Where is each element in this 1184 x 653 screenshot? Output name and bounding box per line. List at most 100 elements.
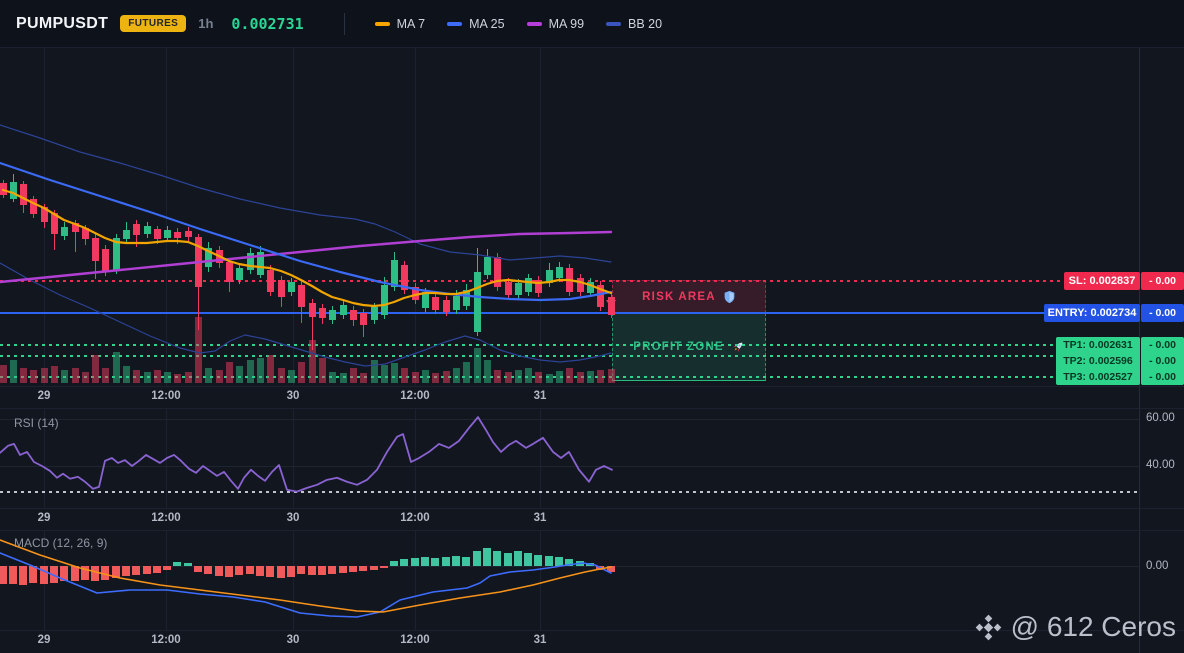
legend-item-bb-20[interactable]: BB 20: [606, 17, 662, 31]
macd-histogram-bar: [60, 566, 68, 581]
candle-body: [421, 292, 429, 308]
time-tick-label: 12:00: [400, 390, 430, 402]
candle-body: [194, 237, 202, 287]
candle-body: [112, 238, 120, 271]
take-profit-axis-badges: - 0.00 - 0.00 - 0.00: [1141, 337, 1184, 385]
macd-histogram-bar: [277, 566, 285, 578]
legend-item-ma-25[interactable]: MA 25: [447, 17, 505, 31]
candle-body: [297, 285, 305, 307]
volume-bar: [607, 369, 615, 383]
macd-histogram-bar: [194, 566, 202, 572]
candle-body: [122, 230, 130, 239]
market-type-badge: FUTURES: [120, 15, 187, 32]
macd-histogram-bar: [132, 566, 140, 575]
macd-histogram-bar: [462, 557, 470, 566]
macd-histogram-bar: [266, 566, 274, 577]
time-tick-label: 30: [286, 390, 300, 402]
macd-histogram-bar: [143, 566, 151, 574]
legend-label: MA 7: [396, 16, 426, 31]
tp1-badge: TP1: 0.002631: [1063, 338, 1133, 351]
take-profit-badges: TP1: 0.002631 TP2: 0.002596 TP3: 0.00252…: [1056, 337, 1140, 385]
macd-histogram-bar: [534, 555, 542, 566]
pane-border: [0, 530, 1184, 531]
macd-histogram-bar: [339, 566, 347, 573]
time-tick-label: 29: [37, 390, 51, 402]
legend-swatch: [606, 21, 622, 26]
time-tick-label: 12:00: [400, 512, 430, 524]
divider: [343, 12, 345, 35]
candle-body: [277, 280, 285, 297]
macd-histogram-bar: [9, 566, 17, 584]
macd-histogram-bar: [473, 551, 481, 566]
candle-body: [81, 228, 89, 239]
candle-body: [473, 272, 481, 332]
legend-item-ma-99[interactable]: MA 99: [526, 16, 585, 31]
interval-selector[interactable]: 1h: [198, 16, 213, 31]
entry-line: [0, 312, 1139, 314]
candle-body: [29, 199, 37, 214]
macd-histogram-bar: [81, 566, 89, 580]
candle-body: [370, 307, 378, 320]
time-tick-label: 31: [533, 634, 547, 646]
volume-bar: [462, 362, 470, 383]
macd-histogram-bar: [163, 566, 171, 570]
macd-histogram-bar: [359, 566, 367, 571]
candle-body: [359, 313, 367, 325]
volume-bar: [0, 365, 7, 383]
tp3-badge: TP3: 0.002527: [1063, 370, 1133, 383]
macd-histogram-bar: [452, 556, 460, 566]
volume-bar: [452, 368, 460, 383]
vertical-gridline: [540, 530, 541, 630]
macd-histogram-bar: [349, 566, 357, 572]
candle-body: [524, 278, 532, 292]
shield-icon: [723, 290, 736, 304]
volume-bar: [308, 340, 316, 383]
volume-bar: [431, 373, 439, 383]
candle-body: [596, 285, 604, 307]
volume-bar: [235, 366, 243, 383]
rsi-gridline: [0, 466, 1139, 467]
vertical-gridline: [293, 48, 294, 386]
profit-zone-label: PROFIT ZONE: [633, 341, 724, 353]
candle-body: [0, 183, 7, 195]
volume-bar: [297, 362, 305, 383]
candle-body: [442, 300, 450, 312]
candle-body: [504, 282, 512, 295]
macd-histogram-bar: [607, 566, 615, 572]
macd-histogram-bar: [431, 558, 439, 566]
candle-body: [184, 231, 192, 237]
macd-histogram-bar: [50, 566, 58, 583]
candle-body: [60, 227, 68, 236]
candle-body: [246, 253, 254, 270]
macd-histogram-bar: [514, 551, 522, 566]
candle-body: [431, 297, 439, 310]
volume-bar: [9, 360, 17, 383]
candle-body: [19, 184, 27, 205]
vertical-gridline: [293, 530, 294, 630]
macd-histogram-bar: [380, 566, 388, 568]
macd-histogram-bar: [184, 563, 192, 566]
candle-body: [545, 270, 553, 283]
volume-bar: [143, 372, 151, 383]
macd-histogram-bar: [19, 566, 27, 585]
legend-label: MA 99: [548, 16, 585, 31]
bb_lower-line: [0, 262, 612, 367]
macd-histogram-bar: [565, 559, 573, 566]
symbol-name[interactable]: PUMPUSDT: [16, 15, 108, 33]
candle-body: [462, 290, 470, 306]
rsi-title: RSI (14): [14, 416, 59, 430]
macd-histogram-bar: [308, 566, 316, 575]
macd-histogram-bar: [390, 561, 398, 566]
candle-body: [204, 248, 212, 267]
candle-body: [143, 226, 151, 234]
macd-histogram-bar: [370, 566, 378, 570]
macd-histogram-bar: [400, 559, 408, 566]
legend-item-ma-7[interactable]: MA 7: [374, 16, 426, 31]
volume-bar: [380, 365, 388, 383]
macd-histogram-bar: [576, 561, 584, 566]
volume-bar: [277, 368, 285, 383]
volume-bar: [390, 363, 398, 383]
candle-body: [514, 283, 522, 295]
macd-histogram-bar: [215, 566, 223, 576]
volume-bar: [266, 355, 274, 383]
